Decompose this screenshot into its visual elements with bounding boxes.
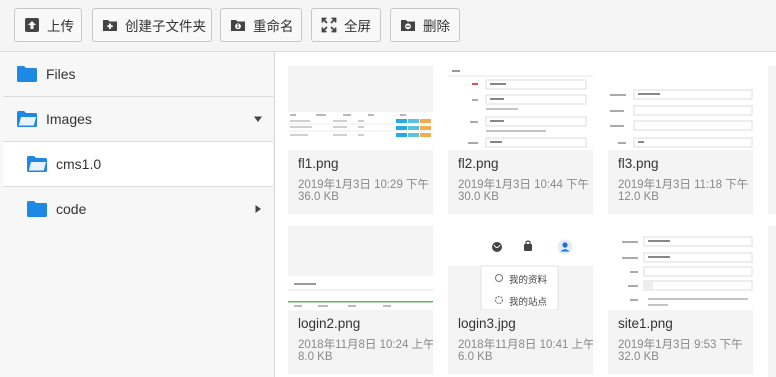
file-size: 30.0 KB (458, 191, 499, 203)
file-thumbnail (608, 66, 753, 150)
tree-item-label: code (56, 201, 87, 217)
file-size: 12.0 KB (618, 191, 659, 203)
file-size: 36.0 KB (298, 191, 339, 203)
tree-item-cms[interactable]: cms1.0 (3, 142, 273, 186)
file-thumbnail (288, 66, 433, 150)
file-date: 2019年1月3日 9:53 下午 (618, 339, 743, 351)
file-size: 32.0 KB (618, 351, 659, 363)
caret-right-icon[interactable] (253, 204, 263, 214)
rename-label: 重命名 (253, 19, 294, 34)
toolbar: 上传 创建子文件夹 重命名 全屏 删除 (0, 0, 776, 52)
tree-item-files[interactable]: Files (3, 52, 273, 96)
folder-open-icon (17, 111, 37, 127)
file-thumbnail (448, 66, 593, 150)
file-name: login2.png (298, 316, 361, 331)
upload-label: 上传 (47, 19, 74, 34)
rename-button[interactable]: 重命名 (220, 8, 302, 42)
folder-open-icon (27, 156, 47, 172)
file-date: 2019年1月3日 11:18 下午 (618, 179, 749, 191)
file-name: login3.jpg (458, 316, 516, 331)
file-date: 2019年1月3日 10:44 下午 (458, 179, 590, 191)
file-size: 8.0 KB (298, 351, 333, 363)
folder-icon (17, 66, 37, 82)
file-name: site1.png (618, 316, 673, 331)
file-thumbnail (608, 226, 753, 310)
delete-button[interactable]: 删除 (390, 8, 460, 42)
file-name: fl1.png (298, 156, 339, 171)
expand-icon (321, 17, 337, 33)
fullscreen-label: 全屏 (344, 19, 371, 34)
upload-icon (24, 17, 40, 33)
file-thumbnail: 我的资料 我的站点 (448, 226, 593, 310)
folder-tree: Files Images cms1.0 code (0, 52, 275, 377)
file-name: fl2.png (458, 156, 499, 171)
new-folder-button[interactable]: 创建子文件夹 (92, 8, 212, 42)
folder-plus-icon (102, 17, 118, 33)
file-card[interactable]: fl3.png 2019年1月3日 11:18 下午 12.0 KB (608, 66, 753, 214)
tree-item-code[interactable]: code (3, 187, 273, 231)
menu-item-site: 我的站点 (509, 297, 548, 308)
tree-item-label: cms1.0 (56, 156, 102, 172)
file-thumbnail (288, 226, 433, 310)
file-name: fl3.png (618, 156, 659, 171)
file-card-partial[interactable] (768, 66, 776, 214)
file-card[interactable]: fl1.png 2019年1月3日 10:29 下午 36.0 KB (288, 66, 433, 214)
delete-icon (400, 17, 416, 33)
menu-item-profile: 我的资料 (509, 275, 548, 286)
delete-label: 删除 (423, 19, 450, 34)
file-card-partial[interactable] (768, 226, 776, 377)
caret-down-icon[interactable] (253, 114, 263, 124)
file-size: 6.0 KB (458, 351, 493, 363)
file-card[interactable]: fl2.png 2019年1月3日 10:44 下午 30.0 KB (448, 66, 593, 214)
tree-item-label: Files (46, 66, 76, 82)
file-date: 2019年1月3日 10:29 下午 (298, 179, 430, 191)
file-grid: fl1.png 2019年1月3日 10:29 下午 36.0 KB fl2.p… (276, 52, 776, 377)
folder-icon (27, 201, 47, 217)
tree-item-images[interactable]: Images (3, 97, 273, 141)
tree-item-label: Images (46, 111, 92, 127)
file-card[interactable]: login2.png 2018年11月8日 10:24 上午 8.0 KB (288, 226, 433, 374)
upload-button[interactable]: 上传 (14, 8, 82, 42)
file-card[interactable]: site1.png 2019年1月3日 9:53 下午 32.0 KB (608, 226, 753, 374)
file-date: 2018年11月8日 10:41 上午 (458, 339, 593, 351)
new-folder-label: 创建子文件夹 (125, 19, 206, 34)
fullscreen-button[interactable]: 全屏 (311, 8, 381, 42)
file-card[interactable]: 我的资料 我的站点 login3.jpg 2018年11月8日 10:41 上午… (448, 226, 593, 374)
rename-icon (230, 17, 246, 33)
file-date: 2018年11月8日 10:24 上午 (298, 339, 433, 351)
